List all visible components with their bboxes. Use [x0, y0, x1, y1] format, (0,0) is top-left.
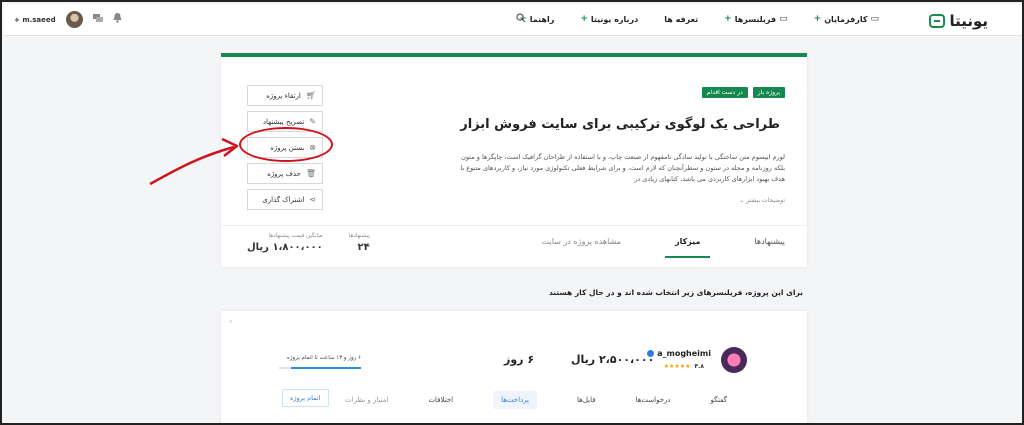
- username-text: m.saeed: [22, 15, 56, 24]
- stat-value: ۱،۸۰۰،۰۰۰ ریال: [247, 242, 323, 253]
- plus-icon: +: [813, 14, 822, 24]
- agreed-price: ۲،۵۰۰،۰۰۰ ریال: [571, 353, 655, 366]
- plus-icon: +: [724, 14, 732, 24]
- deadline-progress-bar: [279, 367, 361, 369]
- logo-text: یونیتا: [949, 12, 988, 30]
- delete-project-button[interactable]: حذف پروژه 🗑︎: [247, 163, 323, 184]
- rating-value: ۴.۸: [694, 363, 704, 370]
- tab-disputes[interactable]: اختلافات: [428, 396, 453, 404]
- plus-icon: +: [14, 15, 20, 24]
- project-description: لورم ایپسوم متن ساختگی با تولید سادگی نا…: [460, 153, 785, 183]
- project-card: پروژه باز در دست اقدام طراحی یک لوگوی تر…: [221, 53, 807, 267]
- finish-project-button[interactable]: اتمام پروژه: [282, 389, 329, 407]
- button-label: تصریح پیشنهاد: [262, 117, 305, 126]
- project-tabs: پیشنهادها میزکار مشاهده پروژه در سایت: [542, 237, 785, 258]
- status-badges: پروژه باز در دست اقدام: [701, 87, 785, 98]
- nav-label: تعرفه ها: [664, 14, 699, 24]
- chevron-down-icon: ⌄: [739, 197, 745, 204]
- delivery-days: ۶ روز: [504, 353, 535, 366]
- plus-icon: +: [580, 14, 588, 24]
- button-label: حذف پروژه: [267, 169, 301, 178]
- nav-employers[interactable]: ▭ کارفرمایان +: [814, 14, 879, 24]
- stat-label: پیشنهادها: [348, 233, 370, 239]
- star-icons: ★★★★★: [663, 363, 691, 370]
- nav-label: راهنما: [529, 14, 555, 24]
- bell-icon[interactable]: [113, 13, 122, 26]
- nav-freelancers[interactable]: ▭ فریلنسرها +: [724, 14, 787, 24]
- annotation-circle: [239, 127, 333, 162]
- button-label: ارتقاء پروژه: [266, 91, 301, 100]
- tab-payments[interactable]: پرداخت‌ها: [493, 391, 538, 409]
- pencil-icon: ✎: [309, 117, 316, 126]
- user-area: + m.saeed: [14, 11, 122, 28]
- top-navbar: یونیتا ▭ کارفرمایان + ▭ فریلنسرها + تعرف…: [4, 4, 1022, 36]
- project-deadline: ۶ روز و ۱۳ ساعت تا اتمام پروژه: [279, 355, 361, 369]
- nav-label: فریلنسرها: [734, 14, 777, 24]
- logo-mark-icon: [929, 14, 946, 28]
- nav-about[interactable]: درباره یونیتا +: [580, 14, 638, 24]
- selected-freelancers-heading: برای این پروژه، فریلنسرهای زیر انتخاب شد…: [548, 288, 803, 297]
- divider: [221, 225, 807, 226]
- avatar[interactable]: [721, 347, 747, 373]
- more-description-link[interactable]: توضیحات بیشتر ⌄: [739, 197, 785, 204]
- tab-proposals[interactable]: پیشنهادها: [754, 237, 785, 258]
- remaining-time: ۶ روز و ۱۳ ساعت تا اتمام پروژه: [286, 355, 361, 361]
- username[interactable]: + m.saeed: [14, 16, 56, 24]
- share-icon: ⋖: [309, 195, 316, 204]
- status-badge-open: پروژه باز: [752, 87, 785, 98]
- freelancer-name-text: a_mogheimi: [657, 349, 711, 358]
- site-logo[interactable]: یونیتا: [929, 12, 988, 30]
- button-label: اشتراک گذاری: [262, 195, 305, 204]
- average-price: میانگین قیمت پیشنهادها ۱،۸۰۰،۰۰۰ ریال: [247, 233, 323, 253]
- tab-reviews[interactable]: امتیاز و نظرات: [345, 396, 388, 404]
- nav-label: کارفرمایان: [824, 14, 868, 24]
- status-badge-in-progress: در دست اقدام: [701, 87, 748, 98]
- workspace-tabs: گفتگو درخواست‌ها فایل‌ها پرداخت‌ها اختلا…: [345, 391, 727, 409]
- freelancer-name[interactable]: a_mogheimi: [647, 349, 711, 358]
- monitor-icon: ▭: [779, 14, 788, 24]
- tab-workspace[interactable]: میزکار: [664, 237, 711, 258]
- progress-fill: [291, 367, 361, 369]
- proposals-count: پیشنهادها ۲۴: [349, 233, 370, 253]
- nav-pricing[interactable]: تعرفه ها: [664, 14, 698, 24]
- stat-label: میانگین قیمت پیشنهادها: [268, 233, 323, 239]
- chat-icon[interactable]: [92, 13, 103, 26]
- annotation-arrow-icon: [149, 137, 239, 186]
- freelancer-card: ‹ a_mogheimi ۴.۸ ★★★★★ ۲،۵۰۰،۰۰۰ ریال ۶ …: [221, 311, 807, 423]
- screenshot-frame: یونیتا ▭ کارفرمایان + ▭ فریلنسرها + تعرف…: [0, 0, 1024, 425]
- tab-files[interactable]: فایل‌ها: [577, 396, 596, 404]
- project-stats: پیشنهادها ۲۴ میانگین قیمت پیشنهادها ۱،۸۰…: [247, 233, 370, 253]
- upgrade-project-button[interactable]: ارتقاء پروژه 🛒︎: [247, 85, 323, 106]
- tab-view-on-site[interactable]: مشاهده پروژه در سایت: [542, 237, 621, 258]
- nav-label: درباره یونیتا: [590, 14, 639, 24]
- share-project-button[interactable]: اشتراک گذاری ⋖: [247, 189, 323, 210]
- more-label: توضیحات بیشتر: [746, 197, 785, 204]
- trash-icon: 🗑︎: [305, 169, 316, 178]
- tab-requests[interactable]: درخواست‌ها: [636, 396, 671, 404]
- stat-value: ۲۴: [357, 242, 370, 253]
- cart-icon: 🛒︎: [305, 91, 316, 100]
- page-title: طراحی یک لوگوی ترکیبی برای سایت فروش ابز…: [460, 117, 780, 132]
- search-icon[interactable]: [516, 13, 526, 26]
- tab-chat[interactable]: گفتگو: [711, 396, 727, 404]
- main-nav: ▭ کارفرمایان + ▭ فریلنسرها + تعرفه ها در…: [519, 14, 879, 24]
- freelancer-rating: ۴.۸ ★★★★★: [664, 363, 704, 370]
- briefcase-icon: ▭: [870, 14, 879, 24]
- chevron-left-icon[interactable]: ‹: [229, 317, 233, 327]
- avatar[interactable]: [65, 11, 83, 28]
